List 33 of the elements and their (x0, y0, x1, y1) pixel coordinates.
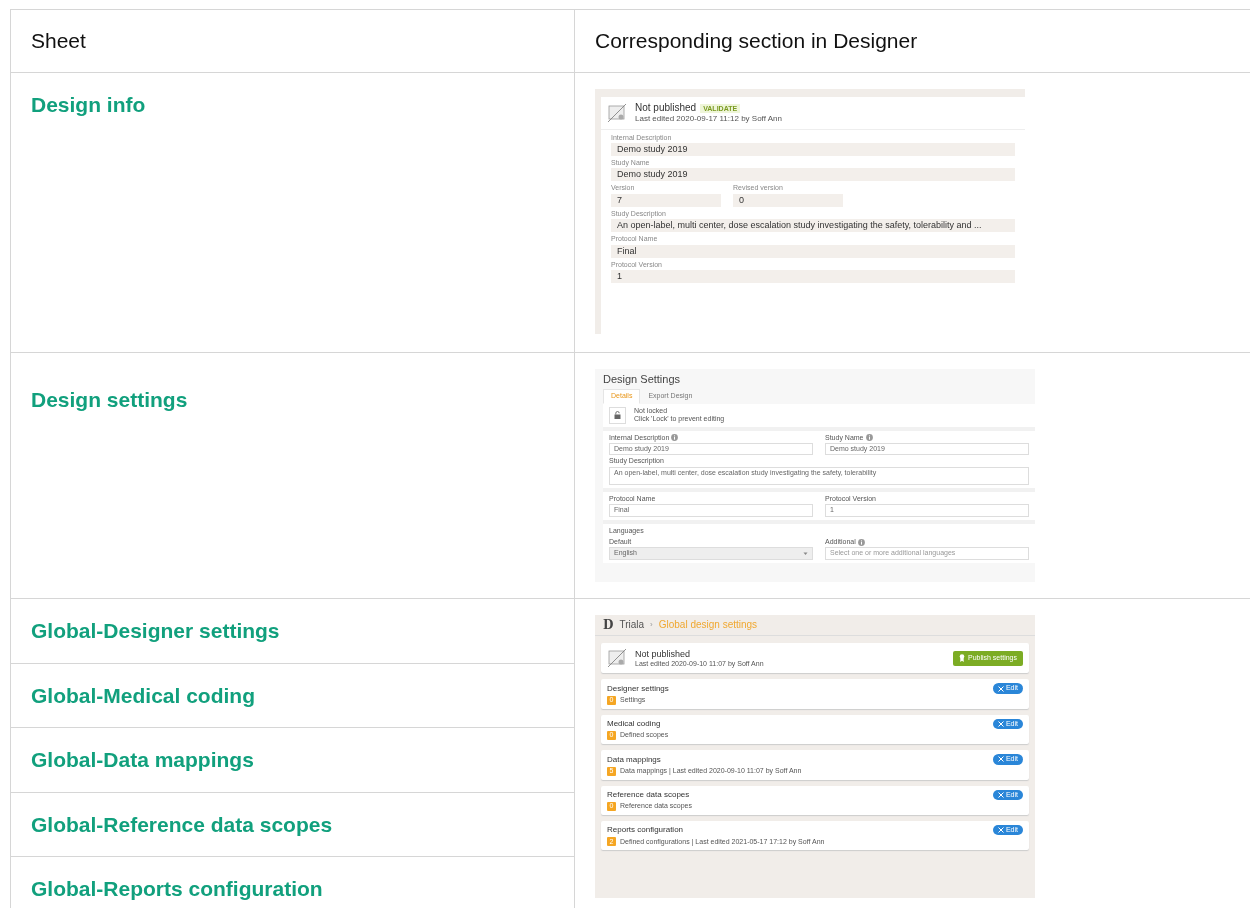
ribbon-icon (958, 654, 965, 663)
section-title: Data mappings (607, 754, 661, 765)
sheet-link[interactable]: Design info (31, 93, 146, 116)
status-text: Not published (635, 648, 692, 660)
field-value: 0 (733, 193, 843, 207)
logo: D (603, 618, 614, 633)
section-title: Designer settings (607, 683, 669, 694)
sheet-link[interactable]: Design settings (31, 388, 188, 411)
breadcrumb-link[interactable]: Triala (619, 619, 645, 632)
certificate-crossed-icon (607, 648, 627, 669)
column-header: Sheet (10, 9, 575, 73)
section-title: Reference data scopes (607, 789, 690, 800)
section-title: Medical coding (607, 719, 661, 729)
field-value: Demo study 2019 (611, 143, 1015, 156)
field-value: 7 (611, 193, 721, 207)
field-value: 1 (611, 269, 1015, 283)
status-text: Not published (635, 102, 697, 113)
padlock-icon (614, 411, 621, 420)
field-value: Final (611, 244, 1015, 258)
panel-title: Design Settings (602, 372, 682, 387)
field-value: Demo study 2019 (611, 168, 1015, 182)
lock-button[interactable] (609, 406, 626, 424)
column-header: Corresponding section in Designer (574, 9, 1250, 73)
caret-icon (803, 551, 808, 556)
last-edited-text: Last edited 2020-09-17 11:12 by Soff Ann (635, 114, 782, 124)
sheet-link[interactable]: Global-Medical coding (31, 683, 256, 707)
sheet-link[interactable]: Global-Data mappings (31, 748, 254, 771)
field-value: An open-label, multi center, dose escalation study investigating the safety, tolerability and ... (611, 219, 1015, 233)
sheet-link[interactable]: Global-Designer settings (31, 619, 280, 642)
certificate-crossed-icon (607, 102, 627, 123)
section-title: Reports configuration (607, 825, 684, 835)
sheet-link[interactable]: Global-Reference data scopes (31, 812, 333, 836)
breadcrumb-separator: › (650, 620, 653, 630)
